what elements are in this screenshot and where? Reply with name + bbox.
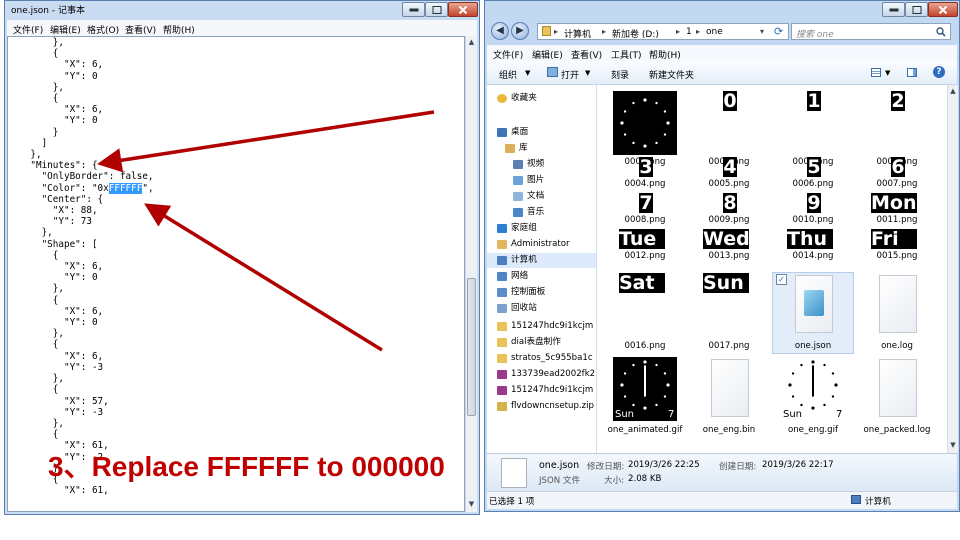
annotation-caption: 3、Replace FFFFFF to 000000 bbox=[48, 451, 445, 482]
annotation-arrow-color bbox=[144, 203, 383, 352]
annotation-arrow-minutes bbox=[97, 110, 435, 173]
